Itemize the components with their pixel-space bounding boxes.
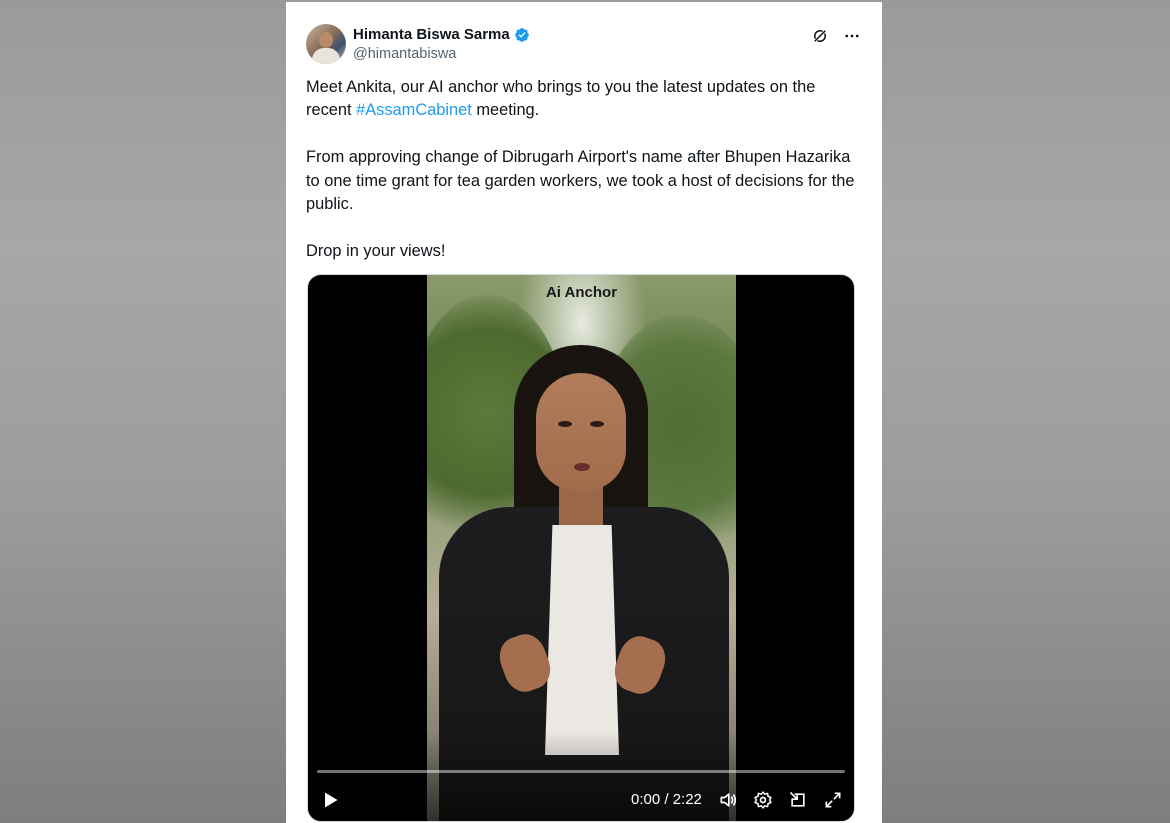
picture-in-picture-icon[interactable] — [788, 790, 808, 810]
volume-icon[interactable] — [718, 790, 738, 810]
tweet-text: Meet Ankita, our AI anchor who brings to… — [306, 76, 856, 287]
avatar[interactable] — [306, 24, 346, 64]
tweet-header: Himanta Biswa Sarma @himantabiswa — [306, 24, 862, 68]
video-progress-bar[interactable] — [317, 770, 845, 773]
author-block: Himanta Biswa Sarma @himantabiswa — [353, 26, 530, 62]
tweet-card: Himanta Biswa Sarma @himantabiswa Meet A… — [286, 2, 882, 823]
more-icon[interactable] — [842, 26, 862, 46]
play-icon[interactable] — [320, 790, 340, 810]
video-player[interactable]: Ai Anchor 0:00 / 2:22 — [307, 274, 855, 822]
hashtag-link[interactable]: #AssamCabinet — [356, 101, 472, 119]
tweet-paragraph: Drop in your views! — [306, 241, 446, 260]
fullscreen-icon[interactable] — [823, 790, 843, 810]
author-display-name[interactable]: Himanta Biswa Sarma — [353, 26, 510, 43]
grok-icon[interactable] — [810, 26, 830, 46]
video-time: 0:00 / 2:22 — [631, 791, 702, 808]
tweet-paragraph: Meet Ankita, our AI anchor who brings to… — [306, 78, 816, 120]
tweet-actions — [810, 26, 862, 46]
tweet-paragraph: From approving change of Dibrugarh Airpo… — [306, 148, 855, 214]
settings-icon[interactable] — [753, 790, 773, 810]
video-controls: 0:00 / 2:22 — [308, 785, 854, 815]
video-overlay-title: Ai Anchor — [545, 284, 618, 301]
author-handle[interactable]: @himantabiswa — [353, 46, 530, 62]
verified-badge-icon — [514, 27, 529, 42]
